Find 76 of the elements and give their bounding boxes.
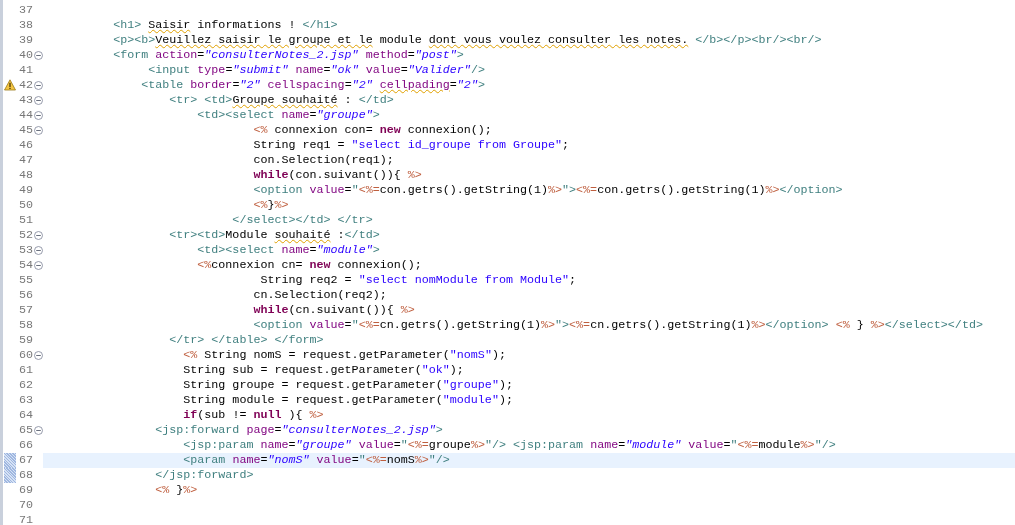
code-line: <form action="consulterNotes_2.jsp" method="post">	[112, 48, 465, 63]
code-line: <option value="<%=cn.getrs().getString(1)%>"><%=cn.getrs().getString(1)%></option> <% } %></select></td>	[252, 318, 984, 333]
line-number: 45	[18, 123, 33, 138]
line-number: 49	[18, 183, 33, 198]
line-number: 63	[18, 393, 33, 408]
collapse-icon[interactable]	[33, 351, 43, 360]
code-line: <tr> <td>Groupe souhaité : </td>	[168, 93, 395, 108]
line-number: 57	[18, 303, 33, 318]
code-line: <%connexion cn= new connexion();	[196, 258, 423, 273]
code-line: String module = request.getParameter("module");	[182, 393, 514, 408]
line-number: 71	[18, 513, 33, 525]
code-line: <% }%>	[154, 483, 199, 498]
code-line: <jsp:param name="groupe" value="<%=groupe%>"/> <jsp:param name="module" value="<%=module%>"/>	[182, 438, 837, 453]
collapse-icon[interactable]	[33, 81, 43, 90]
line-number: 44	[18, 108, 33, 123]
line-number: 43	[18, 93, 33, 108]
line-number: 47	[18, 153, 33, 168]
line-number: 54	[18, 258, 33, 273]
code-line: <input type="submit" name="ok" value="Valider"/>	[147, 63, 486, 78]
line-number: 65	[18, 423, 33, 438]
code-line: <td><select name="groupe">	[196, 108, 381, 123]
code-line: </select></td> </tr>	[231, 213, 374, 228]
code-line: String req2 = "select nomModule from Module";	[259, 273, 578, 288]
line-number: 42	[18, 78, 33, 93]
line-number: 59	[18, 333, 33, 348]
line-number: 61	[18, 363, 33, 378]
collapse-icon[interactable]	[33, 261, 43, 270]
code-line: String req1 = "select id_groupe from Groupe";	[252, 138, 571, 153]
collapse-icon[interactable]	[33, 126, 43, 135]
line-number: 51	[18, 213, 33, 228]
collapse-icon[interactable]	[33, 96, 43, 105]
line-number: 67	[18, 453, 33, 468]
code-line: <tr><td>Module souhaité :</td>	[168, 228, 381, 243]
collapse-icon[interactable]	[33, 111, 43, 120]
line-number: 62	[18, 378, 33, 393]
line-number: 58	[18, 318, 33, 333]
code-line: <table border="2" cellspacing="2" cellpading="2">	[140, 78, 486, 93]
line-number: 37	[18, 3, 33, 18]
line-number: 53	[18, 243, 33, 258]
line-number: 64	[18, 408, 33, 423]
code-line: <% connexion con= new connexion();	[252, 123, 493, 138]
code-line: <jsp:forward page="consulterNotes_2.jsp">	[154, 423, 444, 438]
collapse-icon[interactable]	[33, 231, 43, 240]
line-number: 55	[18, 273, 33, 288]
line-number: 46	[18, 138, 33, 153]
code-line: </tr> </table> </form>	[168, 333, 325, 348]
line-number: 39	[18, 33, 33, 48]
line-number: 41	[18, 63, 33, 78]
line-number: 40	[18, 48, 33, 63]
line-number: 38	[18, 18, 33, 33]
collapse-icon[interactable]	[33, 51, 43, 60]
code-line: <%}%>	[252, 198, 290, 213]
code-line: con.Selection(req1);	[252, 153, 395, 168]
line-number: 66	[18, 438, 33, 453]
line-number: 68	[18, 468, 33, 483]
code-line: if(sub != null ){ %>	[182, 408, 325, 423]
line-number: 69	[18, 483, 33, 498]
code-line: <h1> Saisir informations ! </h1>	[112, 18, 339, 33]
code-line: <p><b>Veuillez saisir le groupe et le module dont vous voulez consulter les notes. </b></p><br/><br/>	[112, 33, 823, 48]
code-line: while(cn.suivant()){ %>	[252, 303, 416, 318]
code-line: while(con.suivant()){ %>	[252, 168, 423, 183]
code-line: </jsp:forward>	[154, 468, 255, 483]
code-line: String sub = request.getParameter("ok");	[182, 363, 465, 378]
collapse-icon[interactable]	[33, 426, 43, 435]
code-line: <option value="<%=con.getrs().getString(1)%>"><%=con.getrs().getString(1)%></option>	[252, 183, 844, 198]
line-number: 60	[18, 348, 33, 363]
code-line: <% String nomS = request.getParameter("nomS");	[182, 348, 507, 363]
line-number: 48	[18, 168, 33, 183]
code-line: <td><select name="module">	[196, 243, 381, 258]
collapse-icon[interactable]	[33, 246, 43, 255]
code-line: cn.Selection(req2);	[252, 288, 388, 303]
line-number: 50	[18, 198, 33, 213]
code-line: String groupe = request.getParameter("groupe");	[182, 378, 514, 393]
line-number: 56	[18, 288, 33, 303]
line-number: 70	[18, 498, 33, 513]
line-number: 52	[18, 228, 33, 243]
